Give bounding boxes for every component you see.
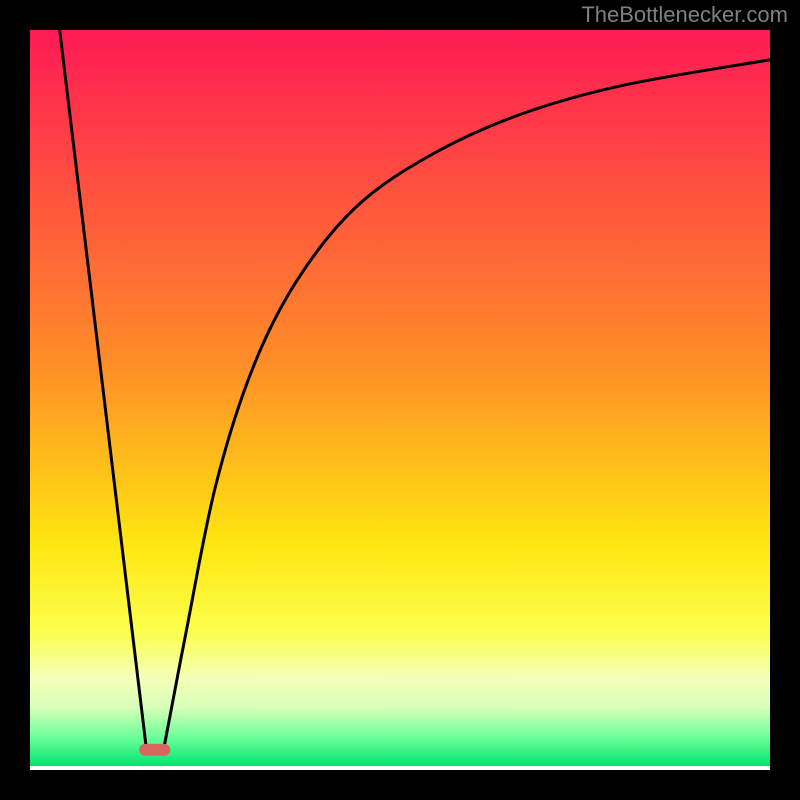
minimum-marker <box>139 744 170 756</box>
chart-svg <box>0 0 800 800</box>
plot-background <box>30 30 772 766</box>
watermark-text: TheBottlenecker.com <box>581 2 788 28</box>
